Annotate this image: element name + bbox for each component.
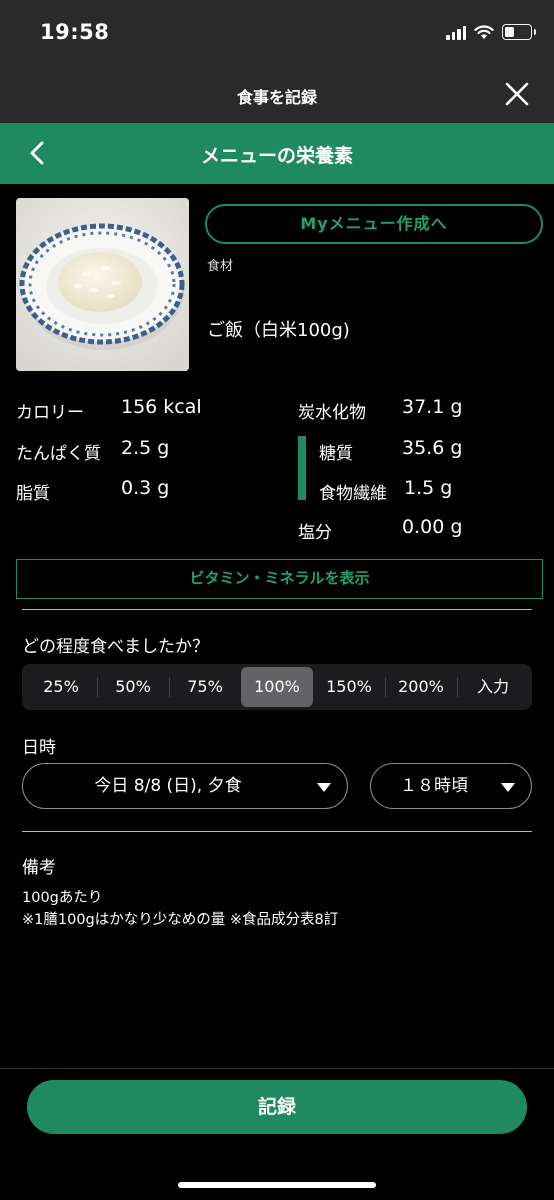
status-bar: 19:58 xyxy=(0,0,554,66)
ingredient-label: 食材 xyxy=(207,259,234,274)
portion-option-150[interactable]: 150% xyxy=(313,667,385,707)
carbohydrate-label: 炭水化物 xyxy=(298,403,366,423)
wifi-icon xyxy=(474,24,494,39)
notes-line-2: ※1膳100gはかなり少なめの量 ※食品成分表8訂 xyxy=(22,912,339,928)
dropdown-caret-icon xyxy=(501,783,515,792)
close-icon[interactable] xyxy=(504,81,530,107)
modal-title: 食事を記録 xyxy=(236,88,317,107)
food-name: ご飯（白米100g) xyxy=(207,320,350,341)
sugar-value: 35.6 g xyxy=(402,437,463,459)
portion-option-200[interactable]: 200% xyxy=(385,667,457,707)
modal-header: 食事を記録 xyxy=(0,66,554,123)
time-dropdown[interactable]: １８時頃 xyxy=(370,763,532,809)
protein-value: 2.5 g xyxy=(121,437,170,459)
fiber-value: 1.5 g xyxy=(404,477,453,499)
time-value: １８時頃 xyxy=(400,776,468,796)
datetime-label: 日時 xyxy=(22,738,56,758)
nav-bar: メニューの栄養素 xyxy=(0,123,554,184)
nav-title: メニューの栄養素 xyxy=(200,145,353,167)
home-indicator xyxy=(178,1182,376,1188)
portion-question: どの程度食べましたか？ xyxy=(22,637,209,657)
notes-label: 備考 xyxy=(22,858,56,878)
portion-option-75[interactable]: 75% xyxy=(169,667,241,707)
date-meal-value: 今日 8/8 (日), 夕食 xyxy=(94,776,242,796)
salt-label: 塩分 xyxy=(298,523,332,543)
status-time: 19:58 xyxy=(40,20,110,44)
notes-line-1: 100gあたり xyxy=(22,890,103,906)
portion-option-100[interactable]: 100% xyxy=(241,667,313,707)
create-my-menu-button[interactable]: Myメニュー作成へ xyxy=(205,204,543,244)
sugar-label: 糖質 xyxy=(319,444,353,464)
calorie-value: 156 kcal xyxy=(121,396,202,418)
fat-label: 脂質 xyxy=(16,484,50,504)
protein-label: たんぱく質 xyxy=(16,444,101,464)
footer-divider xyxy=(0,1068,554,1069)
status-icons xyxy=(446,24,536,40)
dropdown-caret-icon xyxy=(317,783,331,792)
calorie-label: カロリー xyxy=(16,403,84,423)
carbohydrate-breakdown-bar xyxy=(298,436,306,500)
divider xyxy=(22,609,532,610)
carbohydrate-value: 37.1 g xyxy=(402,396,463,418)
portion-selector[interactable]: 25% 50% 75% 100% 150% 200% 入力 xyxy=(22,664,532,710)
portion-option-input[interactable]: 入力 xyxy=(457,667,529,707)
battery-icon xyxy=(502,24,536,40)
portion-option-50[interactable]: 50% xyxy=(97,667,169,707)
record-button[interactable]: 記録 xyxy=(27,1080,527,1134)
portion-option-25[interactable]: 25% xyxy=(25,667,97,707)
date-meal-dropdown[interactable]: 今日 8/8 (日), 夕食 xyxy=(22,763,348,809)
fat-value: 0.3 g xyxy=(121,477,170,499)
show-vitamins-minerals-button[interactable]: ビタミン・ミネラルを表示 xyxy=(16,559,543,599)
food-photo xyxy=(16,198,189,371)
divider xyxy=(22,831,532,832)
cellular-signal-icon xyxy=(446,25,466,40)
fiber-label: 食物繊維 xyxy=(319,484,387,504)
salt-value: 0.00 g xyxy=(402,516,463,538)
